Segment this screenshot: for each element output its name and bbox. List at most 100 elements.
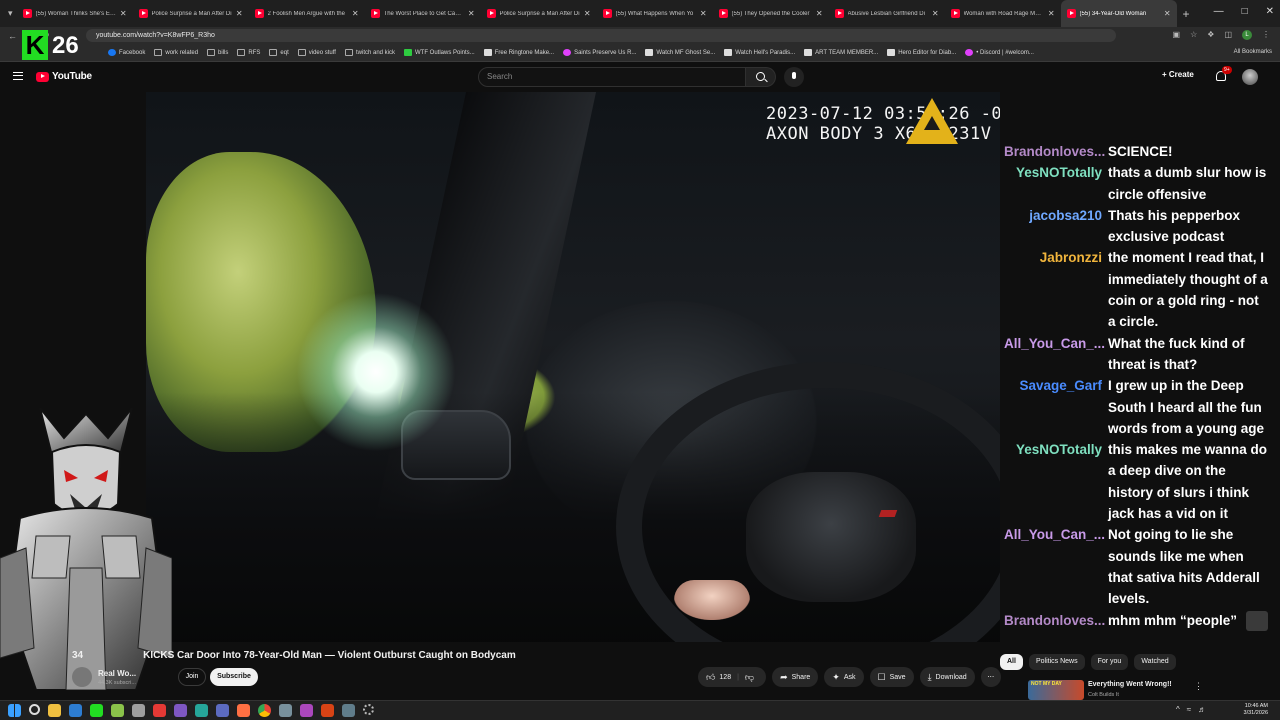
- close-tab-icon[interactable]: ✕: [1048, 9, 1055, 18]
- cast-icon[interactable]: ▣: [1173, 30, 1181, 40]
- bookmark-star-icon[interactable]: ☆: [1190, 30, 1197, 40]
- voice-search-icon[interactable]: [784, 67, 804, 87]
- bookmark-item[interactable]: Watch Hell's Paradis...: [724, 49, 795, 56]
- bookmark-item[interactable]: Watch MF Ghost Se...: [645, 49, 715, 56]
- recommended-video[interactable]: NOT MY DAY Everything Went Wrong!! Colt …: [1028, 680, 1274, 700]
- browser-tab[interactable]: Police Surprise a Man After Di ✕: [481, 0, 597, 27]
- all-bookmarks-button[interactable]: All Bookmarks: [1234, 49, 1272, 55]
- chrome-icon[interactable]: [258, 704, 271, 717]
- recommended-menu-icon[interactable]: ⋮: [1194, 681, 1203, 692]
- bookmark-item[interactable]: Facebook: [108, 49, 145, 56]
- app-icon-13[interactable]: [279, 704, 292, 717]
- youtube-logo[interactable]: YouTube: [36, 71, 92, 82]
- wifi-icon[interactable]: ≈: [1187, 705, 1191, 714]
- app-icon-10[interactable]: [216, 704, 229, 717]
- close-tab-icon[interactable]: ✕: [236, 9, 243, 18]
- close-tab-icon[interactable]: ✕: [816, 9, 823, 18]
- join-button[interactable]: Join: [178, 668, 206, 686]
- browser-menu-icon[interactable]: ⋮: [1262, 30, 1270, 40]
- app-icon-14[interactable]: [300, 704, 313, 717]
- bookmark-item[interactable]: Saints Preserve Us R...: [563, 49, 636, 56]
- channel-name[interactable]: Real Wo...: [98, 669, 136, 678]
- close-tab-icon[interactable]: ✕: [700, 9, 707, 18]
- bookmark-item[interactable]: Free Ringtone Make...: [483, 49, 554, 56]
- close-tab-icon[interactable]: ✕: [584, 9, 591, 18]
- close-tab-icon[interactable]: ✕: [120, 9, 127, 18]
- filter-chip[interactable]: For you: [1090, 654, 1129, 670]
- bookmark-item[interactable]: WTF Outlaws Points...: [404, 49, 475, 56]
- chat-text: this makes me wanna do a deep dive on th…: [1108, 442, 1268, 522]
- settings-icon[interactable]: [363, 704, 374, 715]
- taskbar-clock[interactable]: 10:46 AM 3/31/2026: [1228, 703, 1268, 717]
- bookmark-item[interactable]: video stuff: [297, 49, 336, 56]
- browser-tab[interactable]: (55) 34-Year-Old Woman ✕: [1060, 0, 1177, 27]
- close-tab-icon[interactable]: ✕: [352, 9, 359, 18]
- like-button[interactable]: 👍︎ 128 | 👎︎: [698, 667, 767, 687]
- bookmark-item[interactable]: bills: [207, 49, 228, 56]
- browser-tab[interactable]: Police Surprise a Man After Di ✕: [133, 0, 249, 27]
- bookmark-item[interactable]: twitch and kick: [344, 49, 395, 56]
- browser-tab[interactable]: (55) What Happens When Yo ✕: [597, 0, 713, 27]
- more-actions-icon[interactable]: ⋯: [980, 667, 1001, 687]
- video-player[interactable]: 2023-07-12 03:55:26 -0400 AXON BODY 3 X6…: [146, 92, 1000, 642]
- bookmark-item[interactable]: • Discord | #welcom...: [965, 49, 1034, 56]
- windows-start-icon[interactable]: [8, 704, 21, 717]
- bookmark-item[interactable]: work related: [154, 49, 198, 56]
- tab-search-icon[interactable]: ▾: [8, 8, 13, 19]
- app-icon-9[interactable]: [195, 704, 208, 717]
- browser-tab[interactable]: Abusive Lesbian Girlfriend Di ✕: [829, 0, 945, 27]
- app-icon-5[interactable]: [111, 704, 124, 717]
- app-icon-8[interactable]: [174, 704, 187, 717]
- search-button[interactable]: [746, 67, 776, 87]
- extensions-icon[interactable]: ❖: [1207, 30, 1214, 40]
- share-button[interactable]: ➦ Share: [772, 667, 819, 687]
- new-tab-icon[interactable]: +: [1183, 7, 1190, 21]
- tray-expand-icon[interactable]: ^: [1176, 705, 1180, 714]
- menu-icon[interactable]: [13, 72, 23, 80]
- back-icon[interactable]: ←: [8, 31, 17, 41]
- app-icon-6[interactable]: [132, 704, 145, 717]
- profile-avatar-icon[interactable]: L: [1242, 30, 1252, 40]
- file-explorer-icon[interactable]: [48, 704, 61, 717]
- bookmark-item[interactable]: eqt: [269, 49, 289, 56]
- browser-tab[interactable]: 2 Foolish Men Argue with the ✕: [249, 0, 365, 27]
- filter-chip[interactable]: Watched: [1134, 654, 1176, 670]
- kick-k-logo: K: [22, 30, 48, 60]
- recommended-thumbnail[interactable]: NOT MY DAY: [1028, 680, 1084, 700]
- bookmark-item[interactable]: RFS: [237, 49, 260, 56]
- search-input[interactable]: Search: [478, 67, 746, 87]
- thumbs-down-icon[interactable]: 👎︎: [745, 672, 754, 683]
- close-tab-icon[interactable]: ✕: [468, 9, 475, 18]
- taskbar-search-icon[interactable]: [29, 704, 40, 715]
- save-button[interactable]: ☐ Save: [869, 667, 914, 687]
- browser-tab[interactable]: (55) Woman Thinks She's Entit ✕: [17, 0, 133, 27]
- download-button[interactable]: ⤓ Download: [919, 667, 975, 687]
- browser-tab[interactable]: Woman with Road Rage Mess ✕: [945, 0, 1061, 27]
- filter-chip[interactable]: All: [1000, 654, 1023, 670]
- sidebar-icon[interactable]: ◫: [1224, 30, 1232, 40]
- create-button[interactable]: + Create: [1162, 70, 1194, 79]
- close-window-icon[interactable]: ✕: [1266, 6, 1274, 17]
- minimize-icon[interactable]: —: [1214, 6, 1224, 17]
- ask-button[interactable]: ✦ Ask: [824, 667, 864, 687]
- subscribe-button[interactable]: Subscribe: [210, 668, 258, 686]
- mail-icon[interactable]: [69, 704, 82, 717]
- app-icon-7[interactable]: [153, 704, 166, 717]
- url-field[interactable]: youtube.com/watch?v=K8wFP6_R3ho: [86, 29, 1116, 42]
- bookmark-item[interactable]: Hero Editor for Diab...: [887, 49, 956, 56]
- close-tab-icon[interactable]: ✕: [932, 9, 939, 18]
- browser-tab[interactable]: (55) They Opened the Cooler ✕: [713, 0, 829, 27]
- close-tab-icon[interactable]: ✕: [1164, 9, 1171, 18]
- maximize-icon[interactable]: □: [1242, 6, 1248, 17]
- app-icon-15[interactable]: [321, 704, 334, 717]
- volume-icon[interactable]: ♬: [1198, 705, 1206, 714]
- bookmark-item[interactable]: ART TEAM MEMBER...: [804, 49, 878, 56]
- filter-chip[interactable]: Politics News: [1028, 654, 1085, 670]
- kick-app-icon[interactable]: [90, 704, 103, 717]
- browser-tab[interactable]: The Worst Place to Get Caugh ✕: [365, 0, 481, 27]
- recommended-title[interactable]: Everything Went Wrong!!: [1088, 681, 1172, 688]
- app-icon-11[interactable]: [237, 704, 250, 717]
- channel-avatar[interactable]: [72, 667, 92, 687]
- app-icon-16[interactable]: [342, 704, 355, 717]
- account-avatar[interactable]: [1242, 69, 1258, 85]
